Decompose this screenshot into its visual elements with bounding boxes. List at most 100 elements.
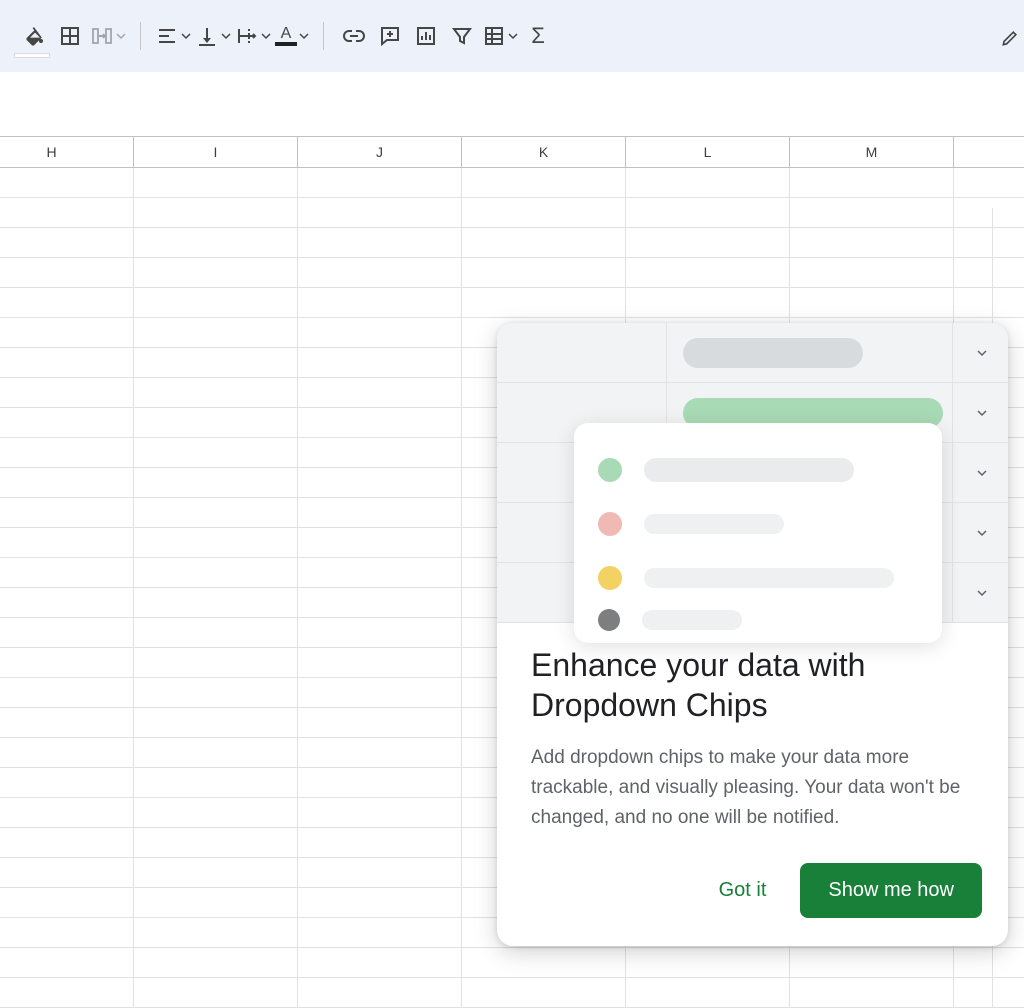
cell[interactable] [626, 258, 790, 287]
fill-color-button[interactable] [18, 16, 50, 56]
cell[interactable] [134, 348, 298, 377]
cell[interactable] [298, 348, 462, 377]
cell[interactable] [298, 798, 462, 827]
cell[interactable] [790, 198, 954, 227]
cell[interactable] [134, 948, 298, 977]
functions-button[interactable]: Σ [522, 16, 554, 56]
data-validation-button[interactable] [482, 16, 518, 56]
column-header[interactable]: J [298, 137, 462, 167]
borders-button[interactable] [54, 16, 86, 56]
cell[interactable] [298, 528, 462, 557]
cell[interactable] [0, 198, 134, 227]
cell[interactable] [790, 288, 954, 317]
cell[interactable] [134, 588, 298, 617]
cell[interactable] [134, 258, 298, 287]
cell[interactable] [134, 798, 298, 827]
cell[interactable] [0, 168, 134, 197]
cell[interactable] [134, 288, 298, 317]
cell[interactable] [298, 228, 462, 257]
cell[interactable] [0, 888, 134, 917]
cell[interactable] [134, 978, 298, 1007]
cell[interactable] [790, 978, 954, 1007]
column-header[interactable]: H [0, 137, 134, 167]
table-row[interactable] [0, 978, 1024, 1008]
cell[interactable] [0, 528, 134, 557]
cell[interactable] [0, 618, 134, 647]
cell[interactable] [134, 678, 298, 707]
cell[interactable] [298, 558, 462, 587]
got-it-button[interactable]: Got it [699, 867, 787, 914]
cell[interactable] [134, 318, 298, 347]
cell[interactable] [626, 948, 790, 977]
cell[interactable] [626, 978, 790, 1007]
cell[interactable] [790, 948, 954, 977]
cell[interactable] [790, 168, 954, 197]
cell[interactable] [134, 498, 298, 527]
text-rotation-button[interactable]: A [275, 16, 309, 56]
cell[interactable] [0, 318, 134, 347]
cell[interactable] [0, 558, 134, 587]
cell[interactable] [790, 258, 954, 287]
cell[interactable] [134, 918, 298, 947]
cell[interactable] [298, 618, 462, 647]
horizontal-align-button[interactable] [155, 16, 191, 56]
cell[interactable] [462, 198, 626, 227]
cell[interactable] [954, 948, 1024, 977]
cell[interactable] [954, 228, 1024, 257]
cell[interactable] [0, 258, 134, 287]
cell[interactable] [0, 708, 134, 737]
cell[interactable] [134, 408, 298, 437]
cell[interactable] [134, 558, 298, 587]
cell[interactable] [0, 588, 134, 617]
column-header[interactable]: L [626, 137, 790, 167]
cell[interactable] [298, 408, 462, 437]
cell[interactable] [0, 438, 134, 467]
cell[interactable] [134, 708, 298, 737]
cell[interactable] [134, 858, 298, 887]
cell[interactable] [0, 798, 134, 827]
cell[interactable] [0, 648, 134, 677]
text-wrapping-button[interactable] [235, 16, 271, 56]
table-row[interactable] [0, 168, 1024, 198]
cell[interactable] [134, 198, 298, 227]
cell[interactable] [298, 588, 462, 617]
cell[interactable] [298, 888, 462, 917]
cell[interactable] [954, 168, 1024, 197]
cell[interactable] [298, 738, 462, 767]
create-filter-button[interactable] [446, 16, 478, 56]
insert-comment-button[interactable] [374, 16, 406, 56]
cell[interactable] [0, 378, 134, 407]
cell[interactable] [626, 168, 790, 197]
cell[interactable] [298, 258, 462, 287]
column-header[interactable]: I [134, 137, 298, 167]
cell[interactable] [0, 948, 134, 977]
cell[interactable] [0, 408, 134, 437]
cell[interactable] [134, 168, 298, 197]
cell[interactable] [298, 978, 462, 1007]
cell[interactable] [298, 948, 462, 977]
cell[interactable] [134, 438, 298, 467]
cell[interactable] [298, 288, 462, 317]
table-row[interactable] [0, 258, 1024, 288]
cell[interactable] [954, 198, 1024, 227]
cell[interactable] [298, 468, 462, 497]
table-row[interactable] [0, 948, 1024, 978]
cell[interactable] [134, 468, 298, 497]
cell[interactable] [298, 918, 462, 947]
cell[interactable] [0, 348, 134, 377]
vertical-align-button[interactable] [195, 16, 231, 56]
cell[interactable] [298, 168, 462, 197]
cell[interactable] [0, 288, 134, 317]
cell[interactable] [954, 258, 1024, 287]
cell[interactable] [298, 768, 462, 797]
cell[interactable] [0, 768, 134, 797]
column-header[interactable] [954, 137, 1024, 167]
cell[interactable] [298, 198, 462, 227]
cell[interactable] [298, 708, 462, 737]
cell[interactable] [0, 678, 134, 707]
cell[interactable] [0, 828, 134, 857]
cell[interactable] [298, 438, 462, 467]
merge-cells-button[interactable] [90, 16, 126, 56]
cell[interactable] [0, 978, 134, 1007]
table-row[interactable] [0, 198, 1024, 228]
